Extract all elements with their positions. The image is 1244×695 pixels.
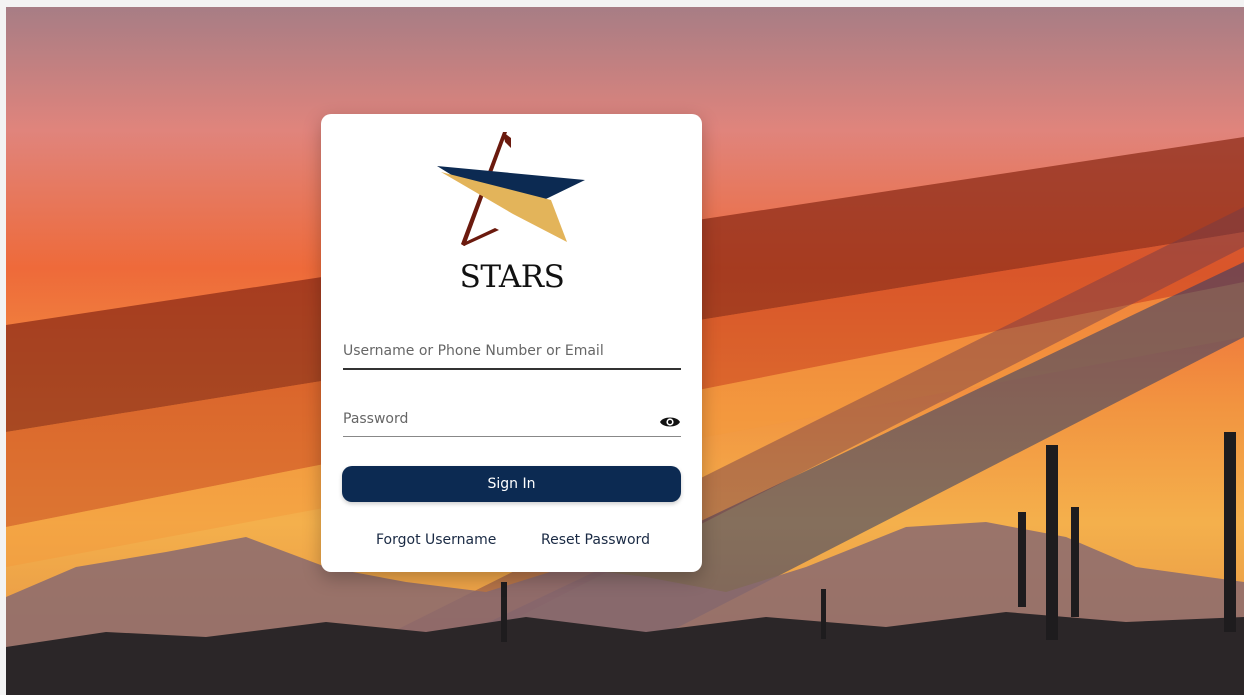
username-field-container: [343, 338, 681, 370]
stars-logo: STARS: [433, 128, 591, 294]
stars-logo-text: STARS: [459, 259, 565, 295]
username-input[interactable]: [343, 338, 681, 368]
password-input[interactable]: [343, 406, 681, 436]
password-field-container: [343, 406, 681, 437]
login-card: STARS Sign In Forgot Username Reset Pass…: [321, 114, 702, 572]
eye-icon[interactable]: [659, 414, 681, 430]
reset-password-link[interactable]: Reset Password: [541, 532, 650, 548]
sign-in-button[interactable]: Sign In: [342, 466, 681, 502]
forgot-username-link[interactable]: Forgot Username: [376, 532, 496, 548]
